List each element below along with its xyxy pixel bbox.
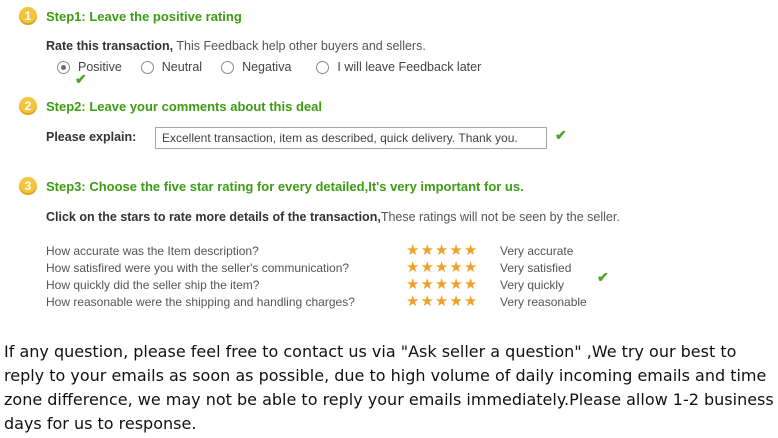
check-icon: ✔ [75, 71, 87, 87]
explain-label-line: Please explain: [46, 130, 136, 144]
star-icon[interactable]: ★ [435, 277, 448, 292]
star-icon[interactable]: ★ [420, 243, 433, 258]
star-icon[interactable]: ★ [420, 260, 433, 275]
radio-label-later: I will leave Feedback later [337, 60, 482, 74]
star-icon[interactable]: ★ [464, 260, 477, 275]
star-icon[interactable]: ★ [464, 277, 477, 292]
rating-row: How reasonable were the shipping and han… [46, 293, 587, 310]
star-icon[interactable]: ★ [435, 294, 448, 309]
star-icon[interactable]: ★ [449, 243, 462, 258]
radio-option-later[interactable]: I will leave Feedback later [316, 60, 481, 74]
rating-question: How accurate was the Item description? [46, 243, 259, 258]
star-icon[interactable]: ★ [435, 243, 448, 258]
rating-row: How accurate was the Item description? ★… [46, 242, 587, 259]
radio-positive[interactable] [57, 60, 70, 74]
rating-radio-group: Positive ✔ Neutral Negativa I will leave… [57, 60, 500, 86]
rate-prompt-bold: Rate this transaction, [46, 39, 174, 53]
radio-label-neutral: Neutral [161, 60, 203, 74]
rating-value: Very satisfied [500, 260, 572, 275]
check-icon: ✔ [597, 269, 609, 285]
detailed-ratings: How accurate was the Item description? ★… [46, 242, 587, 310]
star-icon[interactable]: ★ [449, 277, 462, 292]
star-rating[interactable]: ★ ★ ★ ★ ★ [406, 294, 498, 309]
radio-option-negativa[interactable]: Negativa [221, 60, 291, 74]
rating-row: How quickly did the seller ship the item… [46, 276, 587, 293]
step1-header: 1 Step1: Leave the positive rating [19, 6, 242, 26]
rating-question: How satisfired were you with the seller'… [46, 260, 350, 275]
rating-value: Very accurate [500, 243, 574, 258]
star-icon[interactable]: ★ [406, 294, 419, 309]
radio-option-positive[interactable]: Positive ✔ [57, 60, 122, 86]
star-rating[interactable]: ★ ★ ★ ★ ★ [406, 243, 498, 258]
explain-label: Please explain: [46, 130, 137, 144]
star-icon[interactable]: ★ [406, 243, 419, 258]
step3-header: 3 Step3: Choose the five star rating for… [19, 176, 524, 196]
stars-prompt-bold: Click on the stars to rate more details … [46, 210, 381, 224]
contact-notice: If any question, please feel free to con… [4, 342, 774, 433]
star-icon[interactable]: ★ [406, 260, 419, 275]
rating-row: How satisfired were you with the seller'… [46, 259, 587, 276]
star-icon[interactable]: ★ [420, 277, 433, 292]
radio-option-neutral[interactable]: Neutral [140, 60, 203, 74]
radio-negativa[interactable] [221, 60, 235, 74]
step3-title: Step3: Choose the five star rating for e… [46, 178, 524, 194]
step1-title: Step1: Leave the positive rating [46, 8, 242, 24]
star-icon[interactable]: ★ [464, 294, 477, 309]
step2-title: Step2: Leave your comments about this de… [46, 98, 322, 114]
radio-later[interactable] [316, 60, 330, 74]
stars-prompt-text: These ratings will not be seen by the se… [380, 210, 620, 224]
star-rating[interactable]: ★ ★ ★ ★ ★ [406, 260, 498, 275]
radio-neutral[interactable] [140, 60, 154, 74]
star-icon[interactable]: ★ [406, 277, 419, 292]
step3-number-badge: 3 [19, 177, 37, 195]
rate-prompt-text: This Feedback help other buyers and sell… [173, 39, 426, 53]
rating-value: Very reasonable [500, 294, 587, 309]
star-icon[interactable]: ★ [435, 260, 448, 275]
step2-header: 2 Step2: Leave your comments about this … [19, 96, 322, 116]
star-rating[interactable]: ★ ★ ★ ★ ★ [406, 277, 498, 292]
star-icon[interactable]: ★ [464, 243, 477, 258]
rating-value: Very quickly [500, 277, 565, 292]
step2-number-badge: 2 [19, 97, 37, 115]
rating-question: How reasonable were the shipping and han… [46, 294, 355, 309]
step1-number-badge: 1 [19, 7, 37, 25]
radio-label-negativa: Negativa [242, 60, 292, 74]
star-icon[interactable]: ★ [420, 294, 433, 309]
check-icon: ✔ [555, 127, 567, 143]
stars-prompt: Click on the stars to rate more details … [46, 210, 620, 224]
star-icon[interactable]: ★ [449, 294, 462, 309]
rating-question: How quickly did the seller ship the item… [46, 277, 260, 292]
star-icon[interactable]: ★ [449, 260, 462, 275]
rate-prompt: Rate this transaction, This Feedback hel… [46, 39, 426, 53]
comment-input[interactable]: Excellent transaction, item as described… [155, 127, 547, 149]
